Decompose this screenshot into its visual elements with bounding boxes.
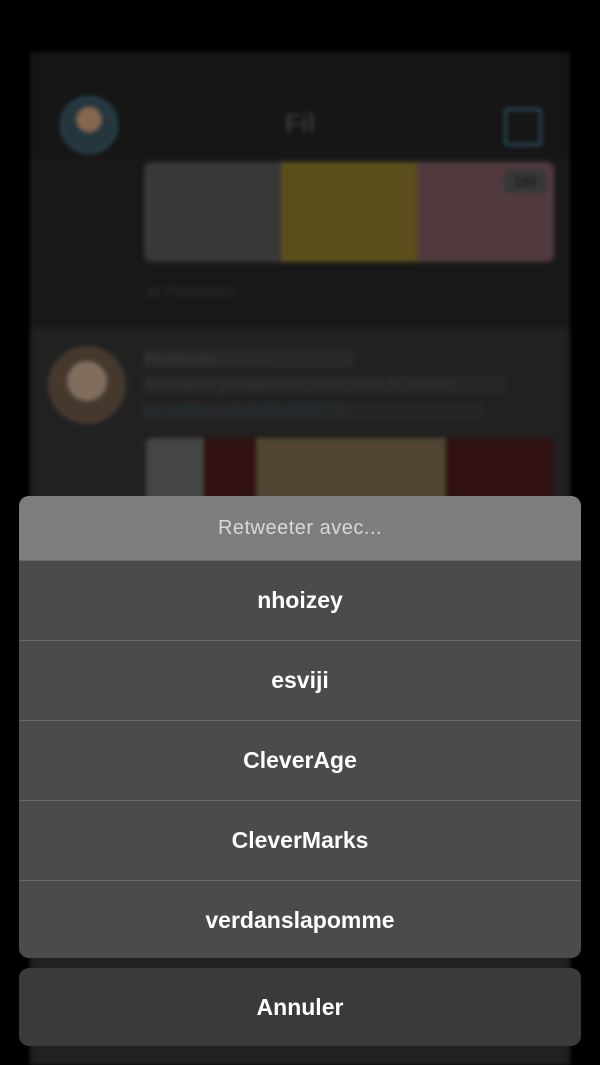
action-sheet-title: Retweeter avec...	[19, 496, 581, 560]
account-option-cleverage[interactable]: CleverAge	[19, 720, 581, 800]
account-option-nhoizey[interactable]: nhoizey	[19, 560, 581, 640]
retweet-action-sheet: Retweeter avec... nhoizey esviji CleverA…	[19, 496, 581, 958]
account-option-clevermarks[interactable]: CleverMarks	[19, 800, 581, 880]
account-option-verdanslapomme[interactable]: verdanslapomme	[19, 880, 581, 958]
cancel-button[interactable]: Annuler	[19, 968, 581, 1046]
account-option-esviji[interactable]: esviji	[19, 640, 581, 720]
